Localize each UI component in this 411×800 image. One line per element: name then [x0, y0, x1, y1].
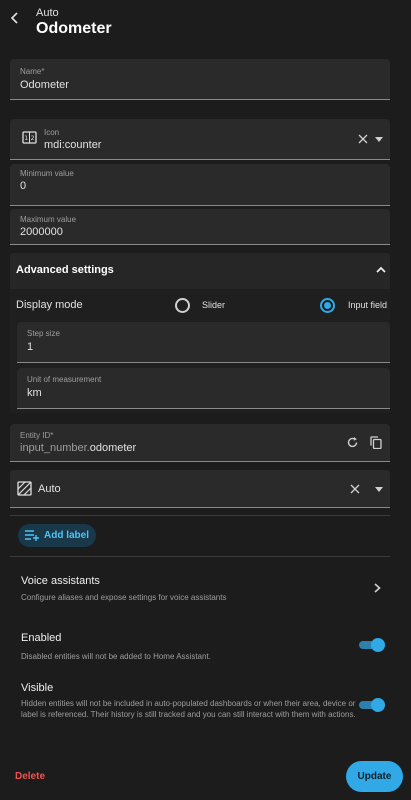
unit-of-measurement-label: Unit of measurement	[27, 375, 102, 384]
voice-assistants-row[interactable]: Voice assistants Configure aliases and e…	[10, 566, 390, 610]
area-picker-field[interactable]: Auto	[10, 470, 390, 508]
advanced-settings-title: Advanced settings	[16, 264, 114, 276]
area-dropdown-button[interactable]	[372, 482, 386, 496]
visible-toggle-thumb	[371, 698, 385, 712]
visible-title: Visible	[21, 682, 54, 694]
divider	[10, 515, 390, 516]
maximum-value-value: 2000000	[20, 226, 63, 238]
area-texture-icon	[17, 481, 32, 496]
name-field[interactable]: Name* Odometer	[10, 59, 390, 100]
step-size-label: Step size	[27, 329, 60, 338]
entity-id-field[interactable]: Entity ID* input_number.odometer	[10, 424, 390, 462]
back-button[interactable]	[5, 8, 25, 28]
radio-slider-label: Slider	[202, 300, 226, 310]
copy-entity-id-button[interactable]	[369, 435, 383, 449]
name-field-label: Name*	[20, 67, 45, 76]
clear-icon-button[interactable]	[356, 132, 370, 146]
entity-id-label: Entity ID*	[20, 431, 54, 440]
restore-icon	[347, 436, 357, 447]
clear-area-button[interactable]	[348, 482, 362, 496]
maximum-value-label: Maximum value	[20, 215, 77, 224]
restore-entity-id-button[interactable]	[345, 435, 359, 449]
unit-of-measurement-value: km	[27, 387, 42, 399]
chevron-up-icon	[376, 266, 386, 273]
close-icon	[358, 134, 368, 144]
visible-toggle[interactable]	[359, 698, 385, 712]
advanced-settings-header[interactable]: Advanced settings	[10, 253, 390, 289]
add-label-text: Add label	[44, 530, 90, 541]
name-field-value: Odometer	[20, 79, 69, 91]
advanced-settings-body: Display mode Slider Input field Step siz…	[10, 289, 390, 413]
radio-slider[interactable]	[175, 298, 190, 313]
radio-input-field-label: Input field	[348, 300, 388, 310]
top-app-bar: Auto Odometer	[0, 0, 411, 50]
close-icon	[350, 484, 360, 494]
advanced-settings-panel: Advanced settings Display mode Slider In…	[10, 253, 390, 413]
step-size-value: 1	[27, 341, 34, 353]
chevron-right-icon	[374, 583, 381, 593]
arrow-back-icon	[10, 12, 18, 24]
step-size-field[interactable]: Step size 1	[17, 322, 390, 363]
add-label-button[interactable]: Add label	[18, 524, 96, 547]
icon-field-label: Icon	[44, 128, 60, 137]
delete-button[interactable]: Delete	[15, 771, 45, 782]
label-add-icon	[25, 530, 39, 541]
minimum-value-value: 0	[20, 180, 27, 192]
enabled-title: Enabled	[21, 632, 62, 644]
divider	[10, 556, 390, 557]
voice-assistants-description: Configure aliases and expose settings fo…	[21, 593, 227, 602]
maximum-value-field[interactable]: Maximum value 2000000	[10, 209, 390, 245]
minimum-value-label: Minimum value	[20, 169, 74, 178]
caret-down-icon	[375, 486, 383, 492]
enabled-description: Disabled entities will not be added to H…	[21, 652, 211, 661]
header-subtitle: Auto	[36, 7, 59, 19]
visible-description: Hidden entities will not be included in …	[21, 699, 356, 719]
counter-icon: 1 2	[22, 131, 37, 144]
unit-of-measurement-field[interactable]: Unit of measurement km	[17, 368, 390, 409]
radio-input-field[interactable]	[320, 298, 335, 313]
enabled-toggle-thumb	[371, 638, 385, 652]
entity-id-object: odometer	[89, 442, 137, 454]
update-button[interactable]: Update	[346, 761, 403, 792]
copy-icon	[370, 435, 382, 449]
area-value: Auto	[38, 483, 61, 495]
icon-picker-field[interactable]: 1 2 Icon mdi:counter	[10, 119, 390, 160]
entity-id-prefix: input_number.	[20, 442, 90, 454]
minimum-value-field[interactable]: Minimum value 0	[10, 164, 390, 206]
icon-field-value: mdi:counter	[44, 139, 102, 151]
icon-dropdown-button[interactable]	[372, 132, 386, 146]
caret-down-icon	[375, 136, 383, 142]
page-title: Odometer	[36, 20, 112, 37]
svg-text:1: 1	[24, 135, 28, 142]
entity-id-value: input_number.odometer	[20, 442, 136, 454]
svg-text:2: 2	[31, 135, 35, 142]
display-mode-label: Display mode	[16, 299, 83, 311]
voice-assistants-title: Voice assistants	[21, 575, 100, 587]
enabled-toggle[interactable]	[359, 638, 385, 652]
